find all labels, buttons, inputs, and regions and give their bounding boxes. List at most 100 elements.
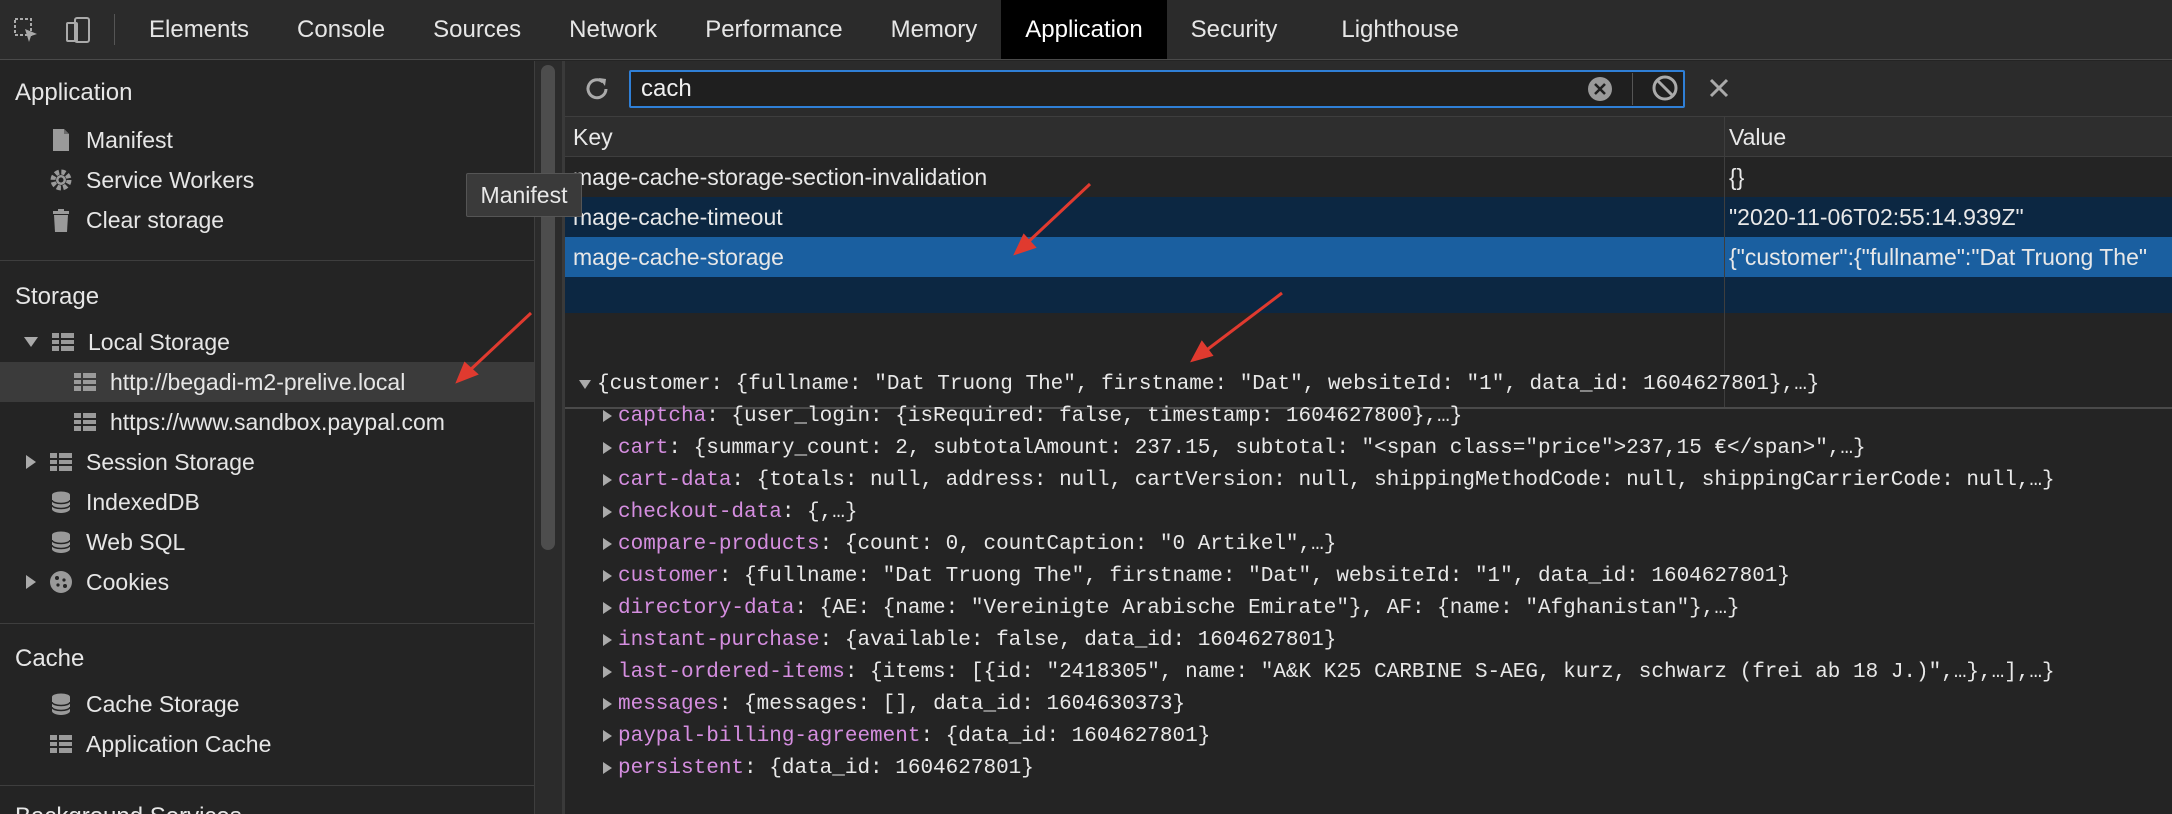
sidebar-item-label: Web SQL [86, 528, 186, 555]
row-key: mage-cache-storage [573, 243, 784, 270]
collapse-triangle-icon[interactable] [603, 410, 612, 422]
tree-item[interactable]: compare-products: {count: 0, countCaptio… [603, 529, 1336, 559]
sidebar-item-session-storage[interactable]: Session Storage [24, 442, 255, 482]
table-icon [50, 735, 72, 753]
sidebar-item-manifest[interactable]: Manifest [48, 120, 173, 160]
tab-security[interactable]: Security [1167, 0, 1318, 59]
tree-root[interactable]: {customer: {fullname: "Dat Truong The", … [579, 369, 1819, 399]
tree-item-key: last-ordered-items [618, 660, 845, 684]
sidebar-item-web-sql[interactable]: Web SQL [48, 522, 185, 562]
tree-item-value: : {items: [{id: "2418305", name: "A&K K2… [844, 660, 2055, 684]
expand-triangle-icon[interactable] [579, 379, 591, 389]
key-column-header[interactable]: Key [573, 117, 1723, 157]
row-key: mage-cache-storage-section-invalidation [573, 163, 988, 190]
collapse-triangle-icon[interactable] [603, 538, 612, 550]
tree-item[interactable]: persistent: {data_id: 1604627801} [603, 753, 1034, 783]
tree-item[interactable]: directory-data: {AE: {name: "Vereinigte … [603, 593, 1740, 623]
tab-console[interactable]: Console [273, 0, 409, 59]
tree-item[interactable]: customer: {fullname: "Dat Truong The", f… [603, 561, 1790, 591]
sidebar-item-cache-storage[interactable]: Cache Storage [48, 684, 239, 724]
tab-lighthouse[interactable]: Lighthouse [1317, 0, 1482, 59]
gear-icon [50, 169, 72, 191]
delete-selected-icon[interactable] [1705, 74, 1733, 102]
sidebar-item-label: http://begadi-m2-prelive.local [110, 368, 406, 395]
sidebar-item-application-cache[interactable]: Application Cache [48, 724, 271, 764]
empty-row [565, 277, 2172, 313]
table-row-selected[interactable]: mage-cache-storage {"customer":{"fullnam… [565, 237, 2172, 277]
tab-sources[interactable]: Sources [409, 0, 545, 59]
collapse-triangle-icon[interactable] [603, 762, 612, 774]
tree-item-value: : {AE: {name: "Vereinigte Arabische Emir… [794, 596, 1740, 620]
row-value: "2020-11-06T02:55:14.939Z" [1729, 203, 2024, 230]
tree-item[interactable]: instant-purchase: {available: false, dat… [603, 625, 1336, 655]
grid-header: Key Value [565, 117, 2172, 157]
sidebar-divider [0, 785, 534, 786]
clear-all-icon[interactable] [1649, 72, 1681, 104]
tree-item-key: paypal-billing-agreement [618, 724, 921, 748]
collapse-triangle-icon[interactable] [603, 602, 612, 614]
tree-item-key: captcha [618, 404, 707, 428]
table-row[interactable]: mage-cache-storage-section-invalidation … [565, 157, 2172, 197]
collapse-triangle-icon[interactable] [603, 698, 612, 710]
sidebar-item-begadi-local[interactable]: http://begadi-m2-prelive.local [0, 362, 534, 402]
tree-item[interactable]: cart: {summary_count: 2, subtotalAmount:… [603, 433, 1866, 463]
sidebar-item-label: Clear storage [86, 206, 225, 233]
sidebar-item-sandbox-paypal[interactable]: https://www.sandbox.paypal.com [72, 402, 445, 442]
collapse-triangle-icon[interactable] [603, 634, 612, 646]
tree-item-key: cart-data [618, 468, 732, 492]
tree-item[interactable]: paypal-billing-agreement: {data_id: 1604… [603, 721, 1210, 751]
tab-performance[interactable]: Performance [681, 0, 866, 59]
tree-item-value: : {user_login: {isRequired: false, times… [706, 404, 1463, 428]
filter-input[interactable] [629, 70, 1685, 108]
collapse-triangle-icon[interactable] [603, 730, 612, 742]
database-icon [51, 531, 71, 553]
collapse-triangle-icon[interactable] [603, 474, 612, 486]
clear-filter-icon[interactable] [1585, 74, 1615, 104]
tree-item[interactable]: cart-data: {totals: null, address: null,… [603, 465, 2055, 495]
sidebar-item-label: Cookies [86, 568, 170, 595]
device-toolbar-icon[interactable] [52, 0, 104, 59]
table-row[interactable]: mage-cache-timeout "2020-11-06T02:55:14.… [565, 197, 2172, 237]
inspect-element-icon[interactable] [0, 0, 52, 59]
sidebar-item-clear-storage[interactable]: Clear storage [48, 200, 224, 240]
tab-network[interactable]: Network [545, 0, 681, 59]
tree-item-value: : {summary_count: 2, subtotalAmount: 237… [668, 436, 1866, 460]
sidebar-item-cookies[interactable]: Cookies [24, 562, 169, 602]
toolbar-divider [114, 14, 115, 45]
value-column-header[interactable]: Value [1725, 117, 2172, 157]
collapse-triangle-icon[interactable] [26, 455, 36, 469]
local-storage-panel: Key Value mage-cache-storage-section-inv… [565, 61, 2172, 814]
toolbar-divider [1632, 73, 1633, 105]
row-key: mage-cache-timeout [573, 203, 783, 230]
tree-item-key: checkout-data [618, 500, 782, 524]
sidebar-scrollbar-thumb[interactable] [541, 65, 555, 550]
storage-section-header: Storage [15, 283, 100, 310]
tab-application[interactable]: Application [1001, 0, 1167, 59]
tab-elements[interactable]: Elements [125, 0, 273, 59]
sidebar-item-local-storage[interactable]: Local Storage [24, 322, 230, 362]
collapse-triangle-icon[interactable] [26, 575, 36, 589]
sidebar-item-indexeddb[interactable]: IndexedDB [48, 482, 200, 522]
tab-memory[interactable]: Memory [867, 0, 1002, 59]
refresh-icon[interactable] [581, 73, 613, 105]
collapse-triangle-icon[interactable] [603, 666, 612, 678]
sidebar-item-label: https://www.sandbox.paypal.com [110, 408, 445, 435]
tree-item-value: : {count: 0, countCaption: "0 Artikel",…… [819, 532, 1337, 556]
sidebar-item-label: Local Storage [88, 328, 230, 355]
document-icon [53, 129, 69, 151]
collapse-triangle-icon[interactable] [603, 570, 612, 582]
tree-item[interactable]: messages: {messages: [], data_id: 160463… [603, 689, 1185, 719]
sidebar-item-service-workers[interactable]: Service Workers [48, 160, 254, 200]
tree-item-key: directory-data [618, 596, 795, 620]
row-value: {"customer":{"fullname":"Dat Truong The" [1729, 243, 2148, 270]
tree-item-key: customer [618, 564, 719, 588]
tree-item-value: : {data_id: 1604627801} [744, 756, 1034, 780]
expand-triangle-icon[interactable] [24, 337, 38, 347]
tree-item[interactable]: last-ordered-items: {items: [{id: "24183… [603, 657, 2055, 687]
table-icon [74, 373, 96, 391]
tree-item[interactable]: captcha: {user_login: {isRequired: false… [603, 401, 1462, 431]
collapse-triangle-icon[interactable] [603, 442, 612, 454]
storage-toolbar [565, 61, 2172, 117]
tree-item[interactable]: checkout-data: {,…} [603, 497, 857, 527]
collapse-triangle-icon[interactable] [603, 506, 612, 518]
